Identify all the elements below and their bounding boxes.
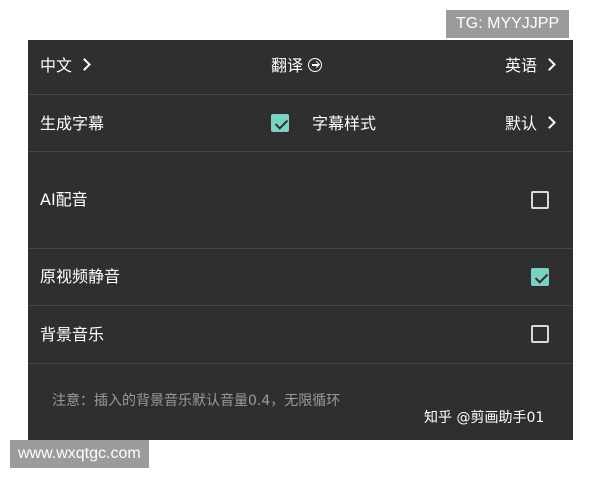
subtitle-style-value: 默认 (505, 114, 538, 133)
target-language-label: 英语 (505, 56, 538, 75)
site-watermark-tag: www.wxqtgc.com (10, 440, 149, 468)
background-music-checkbox[interactable] (531, 325, 549, 343)
translation-settings-panel: 中文 翻译 英语 生成字幕 字幕样式 默认 AI配音 原视频静音 背景音乐 注意… (28, 40, 573, 440)
ai-dubbing-label: AI配音 (40, 190, 88, 209)
chevron-right-icon (78, 58, 91, 71)
circle-arrow-right-icon (308, 58, 323, 72)
subtitle-style-selector[interactable]: 默认 (505, 114, 556, 134)
mute-original-label: 原视频静音 (40, 267, 121, 286)
zhihu-watermark: 知乎 @剪画助手01 (424, 410, 545, 426)
subtitle-style-label: 字幕样式 (312, 114, 377, 133)
background-music-row: 背景音乐 (28, 305, 573, 363)
ai-dubbing-row: AI配音 (28, 151, 573, 248)
translate-label: 翻译 (271, 56, 304, 75)
chevron-right-icon (543, 58, 556, 71)
translation-row: 中文 翻译 英语 (28, 40, 573, 94)
background-music-label: 背景音乐 (40, 325, 105, 344)
target-language-selector[interactable]: 英语 (505, 56, 556, 76)
generate-subtitles-checkbox[interactable] (271, 114, 289, 132)
translate-button[interactable]: 翻译 (271, 56, 323, 76)
generate-subtitles-label: 生成字幕 (40, 114, 105, 133)
ai-dubbing-checkbox[interactable] (531, 191, 549, 209)
source-language-label: 中文 (40, 56, 73, 75)
subtitle-row: 生成字幕 字幕样式 默认 (28, 94, 573, 151)
mute-original-row: 原视频静音 (28, 248, 573, 305)
mute-original-checkbox[interactable] (531, 268, 549, 286)
chevron-right-icon (543, 116, 556, 129)
background-music-note: 注意：插入的背景音乐默认音量0.4，无限循环 (52, 393, 341, 409)
divider (28, 363, 573, 364)
tg-watermark-tag: TG: MYYJJPP (446, 10, 570, 38)
source-language-selector[interactable]: 中文 (40, 56, 91, 76)
